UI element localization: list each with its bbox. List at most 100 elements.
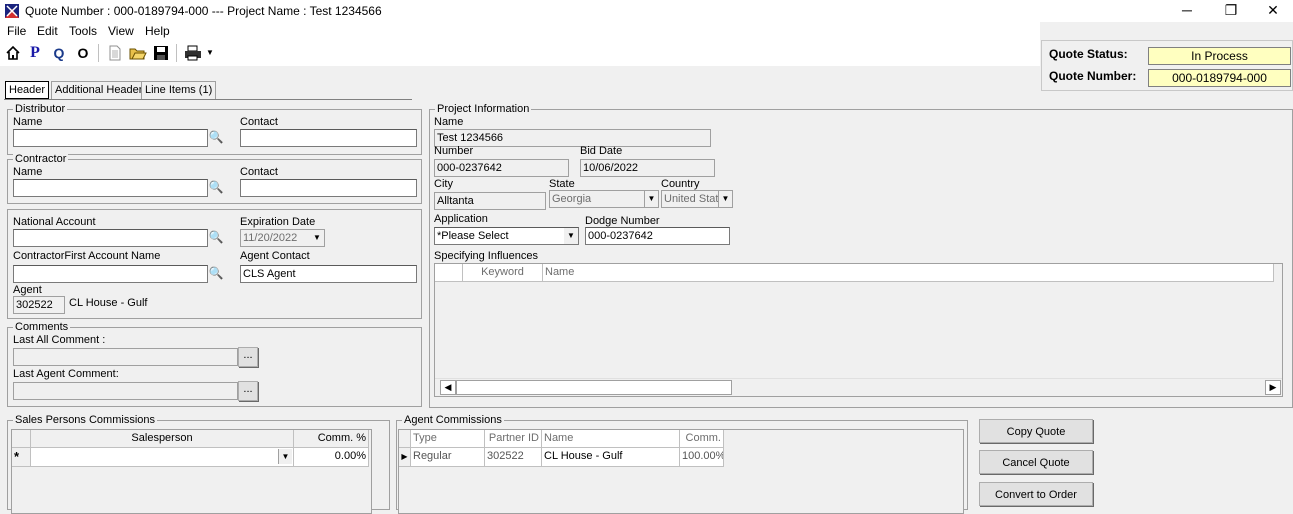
sales-commissions-group-label: Sales Persons Commissions [13,414,157,426]
agent-col-comm[interactable]: Comm. [680,430,724,448]
restore-button[interactable]: ❐ [1209,0,1253,22]
influences-col-name[interactable]: Name [543,264,1274,282]
contractor-search-icon[interactable]: 🔍 [208,179,224,195]
agent-col-type[interactable]: Type [411,430,485,448]
minimize-button[interactable]: ─ [1165,0,1209,22]
calendar-dropdown-icon[interactable]: ▼ [310,230,324,246]
convert-to-order-button[interactable]: Convert to Order [979,482,1093,506]
project-group: Project Information Name Test 1234566 Nu… [429,103,1293,408]
agent-commissions-grid: Type Partner ID Name Comm. ▶ Regular 302… [398,429,964,514]
new-row-marker: * [12,448,31,467]
distributor-search-icon[interactable]: 🔍 [208,129,224,145]
expiration-date-input[interactable]: 11/20/2022 ▼ [240,229,325,247]
row-pointer-icon: ▶ [399,448,411,467]
save-icon[interactable] [153,45,169,61]
agent-col-name[interactable]: Name [542,430,680,448]
horizontal-scrollbar[interactable]: ◀ ▶ [435,378,1282,396]
menu-tools[interactable]: Tools [69,24,97,38]
distributor-group: Distributor Name 🔍 Contact [7,103,422,155]
salesperson-dropdown-icon[interactable]: ▼ [278,449,292,464]
tab-header[interactable]: Header [5,81,50,99]
last-all-comment-field [13,348,238,366]
influences-col-keyword[interactable]: Keyword [463,264,543,282]
sales-col-salesperson[interactable]: Salesperson [31,430,294,448]
window-title: Quote Number : 000-0189794-000 --- Proje… [25,4,382,18]
scrollbar-thumb[interactable] [456,380,732,395]
sales-commissions-group: Sales Persons Commissions Salesperson Co… [7,414,390,514]
scroll-left-icon[interactable]: ◀ [440,380,456,395]
menu-edit[interactable]: Edit [37,24,58,38]
project-name-field: Test 1234566 [434,129,711,147]
agent-row-name[interactable]: CL House - Gulf [542,448,680,467]
agent-col-partner-id[interactable]: Partner ID [485,430,542,448]
sales-col-comm[interactable]: Comm. % [294,430,369,448]
open-folder-icon[interactable] [129,45,147,61]
menu-file[interactable]: File [7,24,26,38]
specifying-influences-label: Specifying Influences [434,250,538,262]
application-dropdown-icon[interactable]: ▼ [564,228,578,244]
distributor-name-input[interactable] [13,129,208,147]
p-icon[interactable]: P [26,44,44,62]
state-select[interactable]: Georgia ▼ [549,190,659,208]
agent-name-text: CL House - Gulf [69,297,148,309]
menu-view[interactable]: View [108,24,134,38]
country-select[interactable]: United States ▼ [661,190,733,208]
city-field: Alltanta [434,192,546,210]
last-agent-comment-label: Last Agent Comment: [13,368,119,380]
menu-help[interactable]: Help [145,24,170,38]
distributor-contact-label: Contact [240,116,278,128]
contractor-name-input[interactable] [13,179,208,197]
copy-quote-button[interactable]: Copy Quote [979,419,1093,443]
app-icon [5,4,19,18]
agent-row-header [399,430,411,448]
country-dropdown-icon[interactable]: ▼ [718,191,732,207]
distributor-contact-input[interactable] [240,129,417,147]
contractorfirst-search-icon[interactable]: 🔍 [208,265,224,281]
state-dropdown-icon[interactable]: ▼ [644,191,658,207]
quote-number-label: Quote Number: [1049,69,1137,83]
tab-line-items[interactable]: Line Items (1) [141,81,217,99]
quote-number-value: 000-0189794-000 [1148,69,1291,87]
contractorfirst-input[interactable] [13,265,208,283]
agent-commissions-group: Agent Commissions Type Partner ID Name C… [396,414,968,514]
o-icon[interactable]: O [74,44,92,62]
agent-commissions-group-label: Agent Commissions [402,414,504,426]
agent-row-comm[interactable]: 100.00% [680,448,724,467]
home-icon[interactable] [5,45,21,61]
last-all-comment-button[interactable]: ... [238,347,258,367]
comments-group: Comments Last All Comment : ... Last Age… [7,321,422,407]
application-select[interactable]: *Please Select ▼ [434,227,579,245]
toolbar: P Q O ▼ [0,40,1040,66]
dodge-number-input[interactable]: 000-0237642 [585,227,730,245]
contractor-name-label: Name [13,166,43,178]
menu-bar: File Edit Tools View Help [0,22,1040,40]
project-number-label: Number [434,145,474,157]
close-button[interactable]: ✕ [1251,0,1293,22]
agent-row-type[interactable]: Regular [411,448,485,467]
salesperson-select[interactable]: ▼ [31,448,294,467]
distributor-name-label: Name [13,116,43,128]
expiration-date-label: Expiration Date [240,216,316,228]
influences-row-header [435,264,463,282]
contractorfirst-label: ContractorFirst Account Name [13,250,161,262]
new-document-icon[interactable] [107,45,123,61]
salesperson-comm-cell[interactable]: 0.00% [294,448,369,467]
contractor-contact-input[interactable] [240,179,417,197]
cancel-quote-button[interactable]: Cancel Quote [979,450,1093,474]
quote-status-value: In Process [1148,47,1291,65]
scroll-right-icon[interactable]: ▶ [1265,380,1281,395]
print-icon[interactable] [184,45,202,61]
tab-additional-header[interactable]: Additional Header [51,81,147,99]
status-panel: Quote Status: In Process Quote Number: 0… [1041,40,1293,91]
last-agent-comment-button[interactable]: ... [238,381,258,401]
national-account-search-icon[interactable]: 🔍 [208,229,224,245]
contractor-group: Contractor Name 🔍 Contact [7,153,422,204]
last-all-comment-label: Last All Comment : [13,334,106,346]
print-dropdown-icon[interactable]: ▼ [206,48,214,57]
agent-contact-input[interactable]: CLS Agent [240,265,417,283]
q-icon[interactable]: Q [50,44,68,62]
account-group: National Account 🔍 Expiration Date 11/20… [7,209,422,319]
toolbar-separator [176,44,177,62]
agent-row-partner-id[interactable]: 302522 [485,448,542,467]
national-account-input[interactable] [13,229,208,247]
